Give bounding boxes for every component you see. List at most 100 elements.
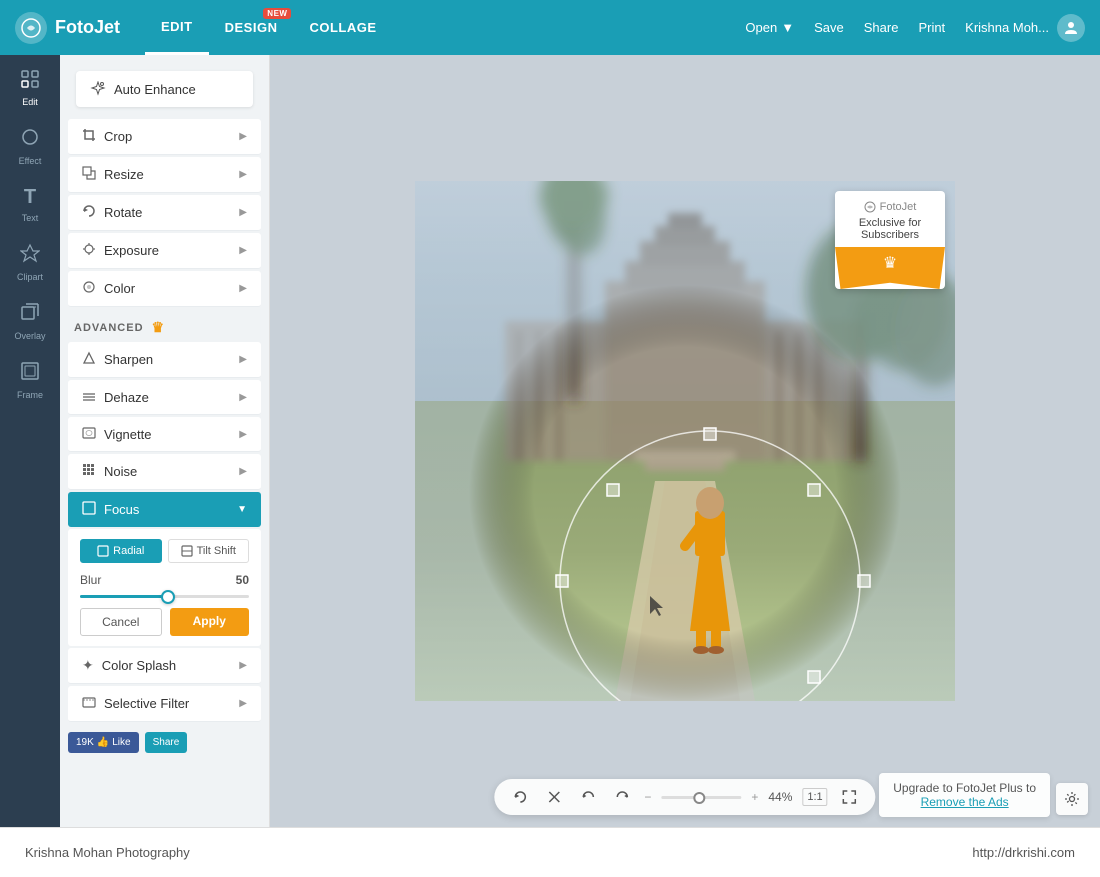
- overlay-label: Overlay: [14, 331, 45, 341]
- selective-filter-chevron: ▶: [239, 698, 247, 709]
- dehaze-menu-item[interactable]: Dehaze ▶: [68, 380, 261, 415]
- footer-left: Krishna Mohan Photography: [25, 845, 190, 860]
- like-button[interactable]: 19K 👍 Like: [68, 732, 139, 753]
- crop-menu-item[interactable]: Crop ▶: [68, 119, 261, 155]
- color-chevron: ▶: [239, 283, 247, 294]
- apply-button[interactable]: Apply: [170, 608, 250, 636]
- selective-filter-icon: [82, 695, 96, 712]
- logo-icon: [15, 12, 47, 44]
- vignette-icon: [82, 426, 96, 442]
- tab-design[interactable]: DESIGN NEW: [209, 0, 294, 55]
- tab-collage[interactable]: COLLAGE: [293, 0, 392, 55]
- effect-icon: [20, 127, 40, 152]
- radial-icon: [97, 545, 109, 557]
- resize-menu-item[interactable]: Resize ▶: [68, 157, 261, 193]
- social-bar: 19K 👍 Like Share: [60, 724, 269, 761]
- edit-icon: [21, 70, 39, 93]
- nav-tabs: EDIT DESIGN NEW COLLAGE: [145, 0, 393, 55]
- rotate-icon: [82, 204, 96, 221]
- overlay-icon: [20, 302, 40, 327]
- radial-tab[interactable]: Radial: [80, 539, 162, 563]
- top-bar: FotoJet EDIT DESIGN NEW COLLAGE Open ▼ S…: [0, 0, 1100, 55]
- dehaze-chevron: ▶: [239, 392, 247, 403]
- exposure-icon: [82, 242, 96, 259]
- exposure-chevron: ▶: [239, 245, 247, 256]
- sidebar-item-edit[interactable]: Edit: [0, 60, 60, 117]
- focus-actions: Cancel Apply: [80, 608, 249, 636]
- new-badge: NEW: [263, 8, 291, 19]
- bottom-toolbar: − + 44% 1:1: [494, 779, 875, 815]
- bottom-tools-list: ✦ Color Splash ▶ Selective Filter ▶: [60, 648, 269, 722]
- resize-chevron: ▶: [239, 169, 247, 180]
- exposure-menu-item[interactable]: Exposure ▶: [68, 233, 261, 269]
- noise-icon: [82, 463, 96, 480]
- subscriber-ribbon: ♛: [835, 247, 945, 289]
- zoom-plus[interactable]: +: [751, 790, 758, 804]
- zoom-slider[interactable]: [661, 796, 741, 799]
- tool-panel: Auto Enhance Crop ▶ Resize: [60, 55, 270, 827]
- user-avatar: [1057, 14, 1085, 42]
- refresh-button[interactable]: [508, 785, 532, 809]
- rotate-menu-item[interactable]: Rotate ▶: [68, 195, 261, 231]
- focus-panel: Radial Tilt Shift Blur 50: [68, 529, 261, 646]
- sharpen-icon: [82, 351, 96, 368]
- save-button[interactable]: Save: [814, 20, 844, 35]
- share-button[interactable]: Share: [864, 20, 899, 35]
- resize-icon: [82, 166, 96, 183]
- sidebar-item-effect[interactable]: Effect: [0, 117, 60, 176]
- upgrade-link[interactable]: Remove the Ads: [921, 795, 1009, 809]
- icon-sidebar: Edit Effect T Text Clipart: [0, 55, 60, 827]
- settings-button[interactable]: [1056, 783, 1088, 815]
- frame-icon: [20, 361, 40, 386]
- zoom-minus[interactable]: −: [644, 790, 651, 804]
- zoom-percent: 44%: [768, 790, 792, 804]
- focus-tabs: Radial Tilt Shift: [80, 539, 249, 563]
- sidebar-item-frame[interactable]: Frame: [0, 351, 60, 410]
- selective-filter-menu-item[interactable]: Selective Filter ▶: [68, 686, 261, 722]
- tilt-shift-tab[interactable]: Tilt Shift: [168, 539, 250, 563]
- auto-enhance-button[interactable]: Auto Enhance: [76, 71, 253, 107]
- user-area[interactable]: Krishna Moh...: [965, 14, 1085, 42]
- edit-label: Edit: [22, 97, 38, 107]
- ratio-button[interactable]: 1:1: [802, 788, 827, 806]
- effect-label: Effect: [19, 156, 42, 166]
- focus-chevron: ▼: [237, 504, 247, 515]
- share-social-button[interactable]: Share: [145, 732, 188, 753]
- vignette-menu-item[interactable]: Vignette ▶: [68, 417, 261, 452]
- cross-button[interactable]: [542, 785, 566, 809]
- blur-slider[interactable]: [80, 595, 249, 598]
- crown-icon: ♛: [152, 319, 166, 336]
- color-splash-menu-item[interactable]: ✦ Color Splash ▶: [68, 648, 261, 684]
- text-label: Text: [22, 213, 39, 223]
- color-menu-item[interactable]: Color ▶: [68, 271, 261, 307]
- sidebar-item-overlay[interactable]: Overlay: [0, 292, 60, 351]
- top-right-actions: Open ▼ Save Share Print Krishna Moh...: [745, 14, 1085, 42]
- open-button[interactable]: Open ▼: [745, 20, 794, 35]
- clipart-label: Clipart: [17, 272, 43, 282]
- advanced-section-header: ADVANCED ♛: [60, 309, 269, 342]
- subscriber-badge: FotoJet Exclusive for Subscribers ♛: [835, 191, 945, 289]
- noise-menu-item[interactable]: Noise ▶: [68, 454, 261, 490]
- cancel-button[interactable]: Cancel: [80, 608, 162, 636]
- expand-button[interactable]: [838, 785, 862, 809]
- sidebar-item-clipart[interactable]: Clipart: [0, 233, 60, 292]
- sharpen-menu-item[interactable]: Sharpen ▶: [68, 342, 261, 378]
- crop-chevron: ▶: [239, 131, 247, 142]
- rotate-chevron: ▶: [239, 207, 247, 218]
- slider-thumb[interactable]: [161, 590, 175, 604]
- color-icon: [82, 280, 96, 297]
- clipart-icon: [20, 243, 40, 268]
- undo-button[interactable]: [576, 785, 600, 809]
- vignette-chevron: ▶: [239, 429, 247, 440]
- tab-edit[interactable]: EDIT: [145, 0, 209, 55]
- redo-button[interactable]: [610, 785, 634, 809]
- main-layout: Edit Effect T Text Clipart: [0, 55, 1100, 827]
- logo-area: FotoJet: [15, 12, 120, 44]
- basic-tools-list: Crop ▶ Resize ▶ Rotate: [60, 119, 269, 307]
- focus-menu-item[interactable]: Focus ▼: [68, 492, 261, 527]
- crop-icon: [82, 128, 96, 145]
- focus-icon: [82, 501, 96, 518]
- sidebar-item-text[interactable]: T Text: [0, 176, 60, 233]
- print-button[interactable]: Print: [918, 20, 945, 35]
- footer-right: http://drkrishi.com: [972, 845, 1075, 860]
